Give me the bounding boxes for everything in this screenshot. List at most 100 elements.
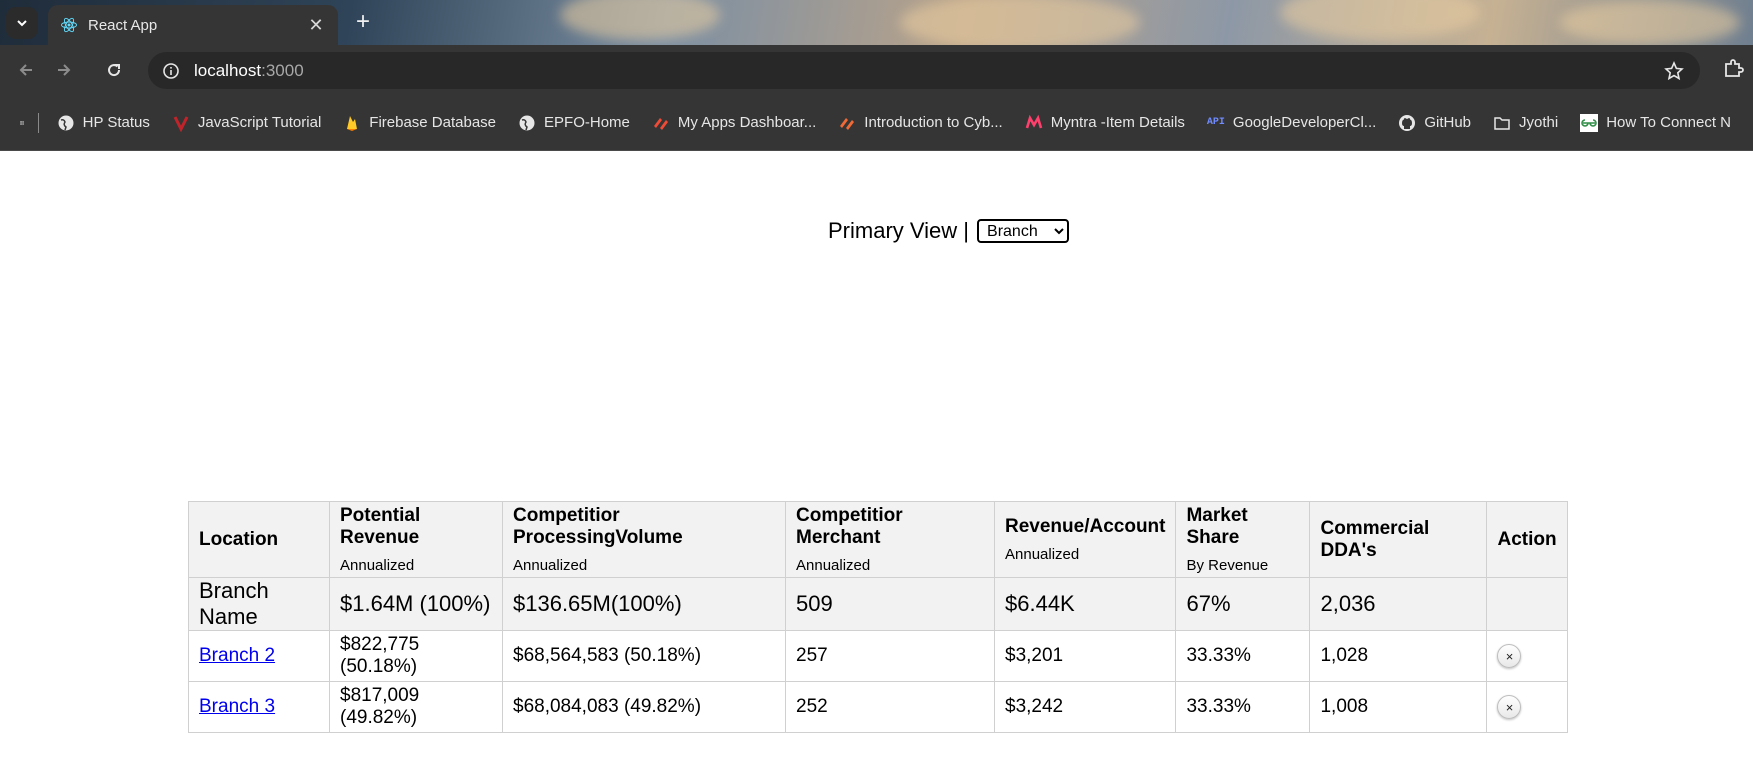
tab-search-button[interactable]	[6, 7, 38, 39]
column-header: Competitior Merchant Annualized	[785, 501, 995, 578]
react-logo-icon	[60, 16, 78, 34]
cell-processing-volume: $68,084,083 (49.82%)	[502, 681, 786, 733]
background-cloud	[1560, 0, 1740, 45]
forward-button[interactable]	[52, 58, 76, 82]
cell-market-share: 33.33%	[1175, 630, 1311, 682]
myntra-icon	[1025, 114, 1043, 132]
bookmark-item[interactable]: EPFO-Home	[518, 114, 630, 132]
table-row: Branch 3 $817,009 (49.82%) $68,084,083 (49…	[188, 681, 1568, 733]
column-header-subtitle: Annualized	[340, 557, 415, 574]
bookmark-label: GoogleDeveloperCl...	[1232, 114, 1377, 131]
arrow-left-icon	[19, 64, 32, 76]
tab-strip: React App ✕ +	[0, 0, 1753, 45]
bookmark-label: HP Status	[82, 114, 150, 131]
bookmark-item[interactable]: Firebase Database	[343, 114, 496, 132]
column-header: Potential Revenue Annualized	[329, 501, 503, 578]
reload-button[interactable]	[102, 58, 126, 82]
cell-location: Branch 2	[188, 630, 330, 682]
remove-row-button[interactable]: ×	[1497, 695, 1522, 719]
bookmark-item[interactable]: API GoogleDeveloperCl...	[1207, 114, 1376, 132]
tab-title: React App	[88, 16, 158, 34]
primary-view-label: Primary View |	[828, 218, 970, 243]
bookmark-label: How To Connect N	[1606, 114, 1731, 131]
bookmark-list: HP Status JavaScript Tutorial Firebase Dat…	[57, 113, 1753, 132]
cell-revenue-account: $3,242	[993, 681, 1177, 733]
cell-potential-revenue: $817,009 (49.82%)	[329, 681, 503, 733]
column-header-subtitle: Annualized	[1005, 546, 1080, 563]
apps-grid-icon[interactable]	[20, 113, 25, 133]
cell-merchant: 252	[785, 681, 995, 733]
bookmark-item[interactable]: GitHub	[1398, 114, 1471, 132]
background-cloud	[560, 0, 720, 40]
column-header-title: Potential Revenue	[340, 505, 421, 548]
cell-merchant: 257	[785, 630, 995, 682]
view-select[interactable]: Branch	[977, 219, 1070, 243]
branch-link[interactable]: Branch 2	[199, 645, 275, 666]
revenue-table: Location Potential Revenue Annualized Compe…	[188, 501, 1568, 733]
column-header-title: Market Share	[1186, 505, 1248, 548]
browser-tab[interactable]: React App ✕	[48, 5, 338, 45]
table-row: Branch 2 $822,775 (50.18%) $68,564,583 (50…	[188, 630, 1568, 682]
total-cell-potential-revenue: $1.64M (100%)	[329, 577, 503, 631]
new-tab-button[interactable]: +	[350, 10, 376, 36]
branch-link[interactable]: Branch 3	[199, 696, 275, 717]
column-header: Revenue/Account Annualized	[993, 501, 1177, 578]
site-info-icon[interactable]	[162, 62, 180, 80]
gfg-icon	[1580, 113, 1599, 132]
column-header: Competitior ProcessingVolume Annualized	[502, 501, 786, 578]
github-icon	[1398, 114, 1416, 132]
chevron-down-icon	[17, 20, 27, 27]
cell-dda: 1,028	[1309, 630, 1488, 682]
bookmark-label: GitHub	[1424, 114, 1472, 131]
bookmark-item[interactable]: Myntra -Item Details	[1025, 114, 1185, 132]
firebase-icon	[343, 114, 361, 132]
w3schools-icon	[172, 114, 190, 132]
column-header-title: Revenue/Account	[1005, 516, 1166, 537]
total-cell-action	[1486, 577, 1568, 631]
folder-icon	[1493, 114, 1511, 132]
column-header-subtitle: Annualized	[796, 557, 871, 574]
remove-row-button[interactable]: ×	[1497, 644, 1522, 668]
cell-potential-revenue: $822,775 (50.18%)	[329, 630, 503, 682]
bookmark-label: Introduction to Cyb...	[864, 114, 1003, 131]
column-header-subtitle: Annualized	[513, 557, 588, 574]
bookmark-item[interactable]: HP Status	[57, 114, 150, 132]
arrow-right-icon	[58, 64, 71, 76]
close-tab-icon[interactable]: ✕	[306, 15, 326, 36]
column-header-title: Competitior ProcessingVolume	[513, 505, 683, 548]
url-text: localhost:3000	[194, 60, 304, 80]
total-cell-market-share: 67%	[1175, 577, 1311, 631]
course-icon	[838, 114, 856, 132]
globe-icon	[518, 114, 536, 132]
total-cell-location: Branch Name	[188, 577, 330, 631]
bookmark-label: EPFO-Home	[544, 114, 630, 131]
background-cloud	[1280, 0, 1480, 40]
app-dashboard-icon	[652, 114, 670, 132]
column-header: Location	[188, 501, 330, 578]
cell-processing-volume: $68,564,583 (50.18%)	[502, 630, 786, 682]
bookmarks-bar: HP Status JavaScript Tutorial Firebase Dat…	[0, 95, 1753, 151]
primary-view-control: Primary View | Branch	[828, 218, 1070, 244]
cell-dda: 1,008	[1309, 681, 1488, 733]
bookmark-item[interactable]: Jyothi	[1493, 114, 1558, 132]
reload-icon	[108, 64, 121, 77]
bookmark-label: Myntra -Item Details	[1050, 114, 1185, 131]
bookmark-item[interactable]: How To Connect N	[1580, 113, 1731, 132]
column-header-title: Location	[199, 528, 279, 550]
address-bar[interactable]: localhost:3000	[148, 52, 1700, 89]
total-cell-revenue-account: $6.44K	[993, 577, 1177, 631]
bookmark-star-icon[interactable]	[1664, 61, 1684, 81]
extensions-puzzle-icon[interactable]	[1722, 58, 1744, 80]
back-button[interactable]	[14, 58, 38, 82]
bookmark-item[interactable]: My Apps Dashboar...	[652, 114, 816, 132]
cell-market-share: 33.33%	[1175, 681, 1311, 733]
bookmark-item[interactable]: Introduction to Cyb...	[838, 114, 1003, 132]
cell-location: Branch 3	[188, 681, 330, 733]
column-header-title: Commercial DDA's	[1320, 517, 1430, 561]
bookmark-item[interactable]: JavaScript Tutorial	[172, 114, 321, 132]
page-content: Primary View | Branch Location Potential …	[0, 152, 1753, 758]
browser-toolbar: localhost:3000	[0, 45, 1753, 95]
column-header-title: Action	[1497, 528, 1557, 550]
api-icon: API	[1206, 117, 1225, 128]
cell-action: ×	[1486, 681, 1568, 733]
